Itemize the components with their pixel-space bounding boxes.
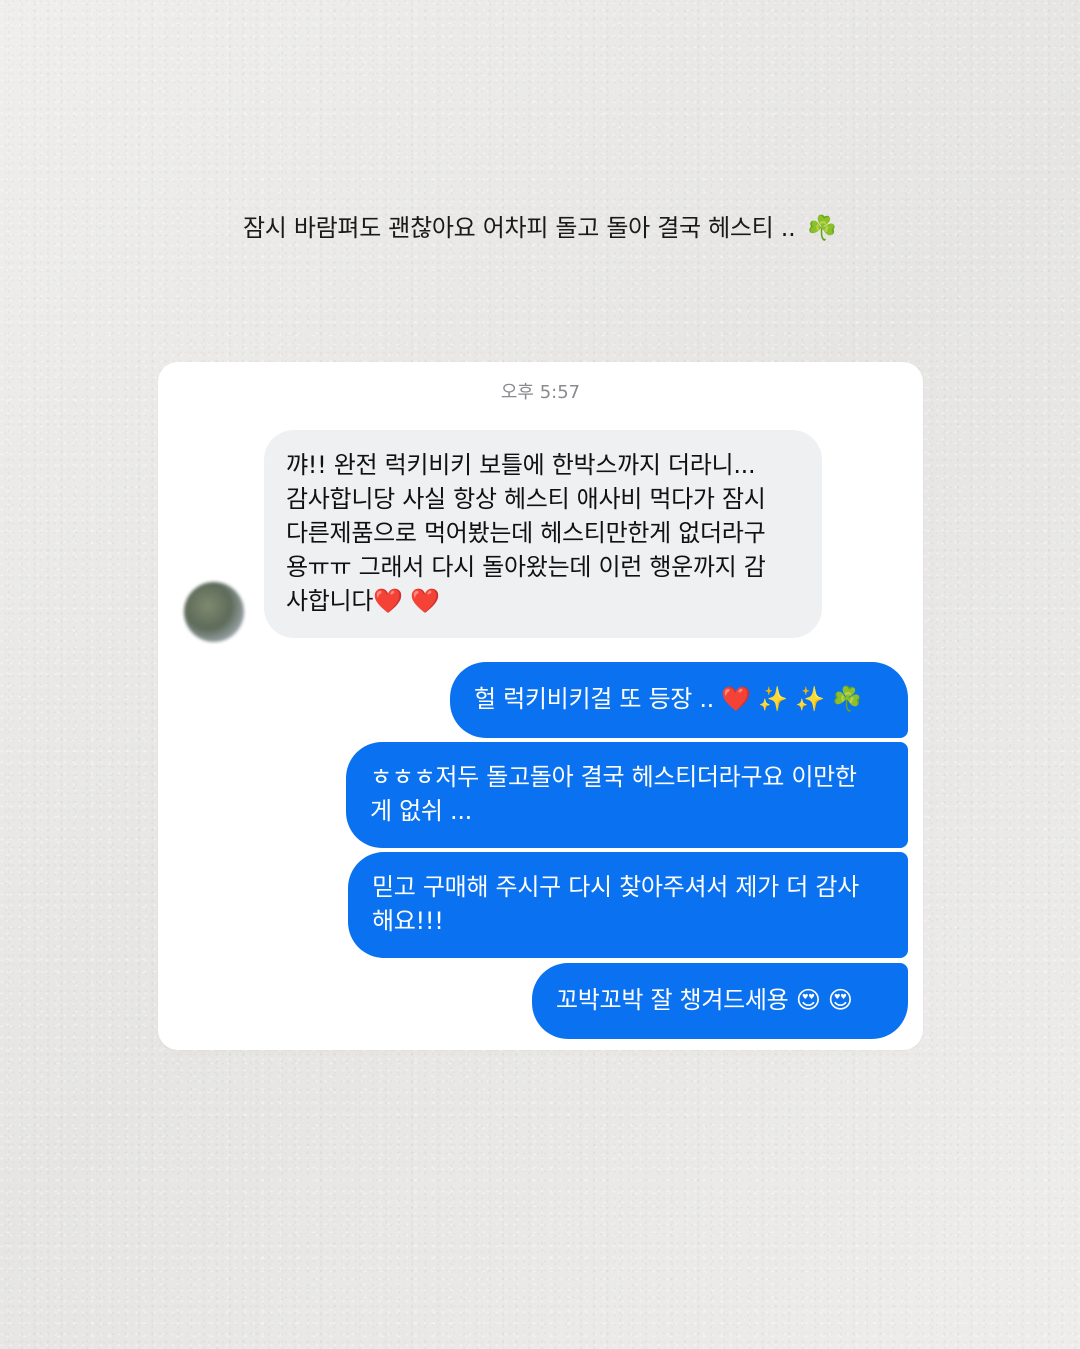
heart-sparkles-clover-icon: ❤️ ✨ ✨ ☘️ — [721, 685, 862, 713]
heart-eyes-icon: 😍 😍 — [795, 986, 853, 1014]
caption-text: 잠시 바람펴도 괜찮아요 어차피 돌고 돌아 결국 헤스티 .. — [242, 214, 796, 242]
outgoing-message[interactable]: 믿고 구매해 주시구 다시 찾아주셔서 제가 더 감사 해요!!! — [348, 852, 908, 958]
outgoing-message-text: 꼬박꼬박 잘 챙겨드세용 — [556, 986, 789, 1014]
outgoing-message-text: 헐 럭키비키걸 또 등장 .. — [474, 685, 714, 713]
heart-icon: ❤️ ❤️ — [373, 587, 440, 615]
outgoing-message-text: 믿고 구매해 주시구 다시 찾아주셔서 제가 더 감사 해요!!! — [372, 873, 859, 935]
incoming-message[interactable]: 꺄!! 완전 럭키비키 보틀에 한박스까지 더라니... 감사합니당 사실 항상… — [264, 430, 822, 638]
chat-screenshot-card: 오후 5:57 꺄!! 완전 럭키비키 보틀에 한박스까지 더라니... 감사합… — [158, 362, 923, 1050]
sender-avatar[interactable] — [184, 582, 244, 642]
outgoing-message[interactable]: 헐 럭키비키걸 또 등장 .. ❤️ ✨ ✨ ☘️ — [450, 662, 908, 738]
outgoing-message-text: ㅎㅎㅎ저두 돌고돌아 결국 헤스티더라구요 이만한 게 없쉬 ... — [370, 763, 857, 825]
clover-icon: ☘️ — [807, 214, 838, 242]
outgoing-message[interactable]: ㅎㅎㅎ저두 돌고돌아 결국 헤스티더라구요 이만한 게 없쉬 ... — [346, 742, 908, 848]
incoming-message-text: 꺄!! 완전 럭키비키 보틀에 한박스까지 더라니... 감사합니당 사실 항상… — [286, 451, 766, 615]
outgoing-message[interactable]: 꼬박꼬박 잘 챙겨드세용 😍 😍 — [532, 963, 908, 1039]
caption: 잠시 바람펴도 괜찮아요 어차피 돌고 돌아 결국 헤스티 .. ☘️ — [0, 208, 1080, 243]
message-timestamp: 오후 5:57 — [500, 382, 581, 403]
